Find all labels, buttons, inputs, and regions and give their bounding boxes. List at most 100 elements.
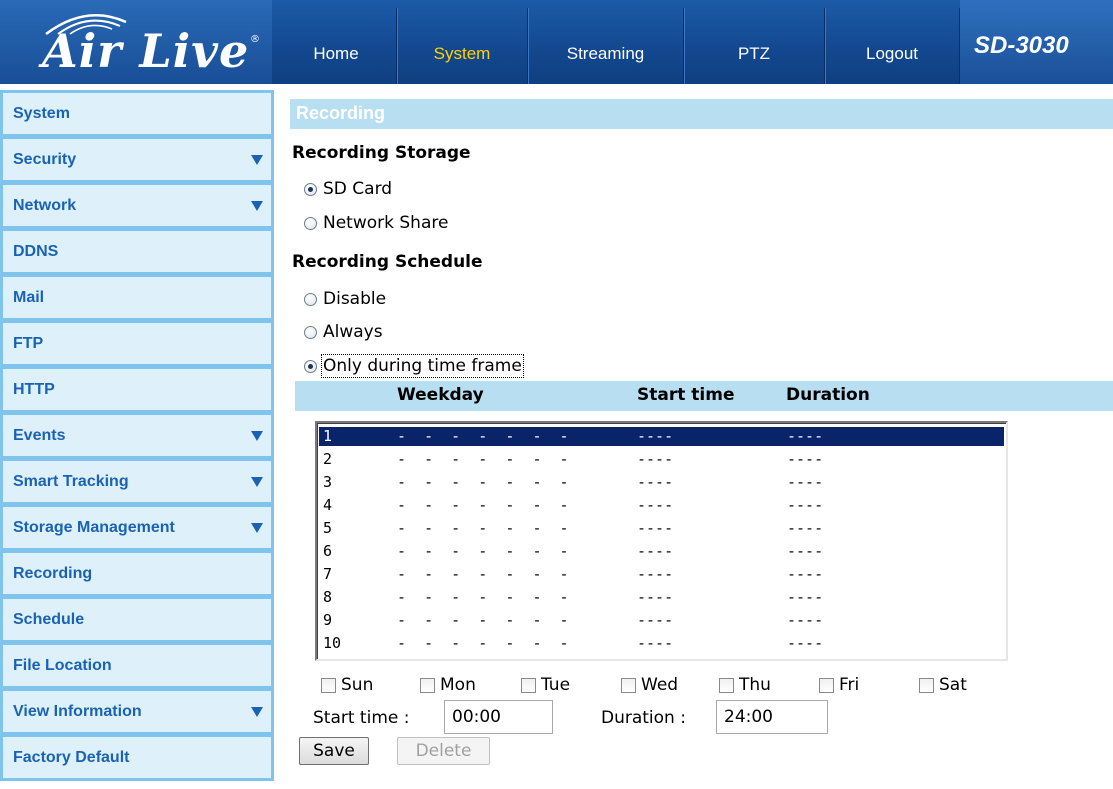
checkbox[interactable] <box>621 677 636 693</box>
sidebar-item-recording[interactable]: Recording <box>0 550 274 597</box>
radio-button[interactable] <box>304 182 317 196</box>
radio-button[interactable] <box>304 325 317 339</box>
day-fri-checkbox[interactable]: Fri <box>819 674 859 696</box>
row-start: ---- <box>637 496 674 514</box>
schedule-row[interactable]: 1 - - - - - - - ---- ---- <box>319 427 1004 446</box>
sidebar-item-ftp[interactable]: FTP <box>0 320 274 367</box>
nav-system-label: System <box>433 44 491 63</box>
checkbox[interactable] <box>521 677 536 693</box>
schedule-row[interactable]: 9 - - - - - - - ---- ---- <box>319 611 1004 630</box>
schedule-list[interactable]: 1 - - - - - - - ---- ---- 2 - - - - - - - ---… <box>315 421 1008 661</box>
radio-button[interactable] <box>304 216 317 230</box>
schedule-time-frame-option[interactable]: Only during time frame <box>304 354 524 378</box>
sidebar-item-label: Security <box>13 150 77 168</box>
storage-sd-card-option[interactable]: SD Card <box>304 178 392 200</box>
schedule-row[interactable]: 7 - - - - - - - ---- ---- <box>319 565 1004 584</box>
row-start: ---- <box>637 473 674 491</box>
row-duration: ---- <box>787 473 824 491</box>
sidebar-item-label: Events <box>13 426 66 444</box>
checkbox[interactable] <box>819 677 834 693</box>
airlive-logo[interactable]: Air Live ® <box>0 0 272 84</box>
sidebar-item-security[interactable]: Security <box>0 136 274 183</box>
schedule-row[interactable]: 6 - - - - - - - ---- ---- <box>319 542 1004 561</box>
row-number: 5 <box>323 519 333 537</box>
chevron-down-icon <box>251 476 263 487</box>
day-thu-checkbox[interactable]: Thu <box>719 674 771 696</box>
checkbox[interactable] <box>420 677 435 693</box>
row-duration: ---- <box>787 634 824 652</box>
row-days: - - - - - - - <box>397 542 569 560</box>
day-sun-checkbox[interactable]: Sun <box>321 674 373 696</box>
sidebar-item-view-information[interactable]: View Information <box>0 688 274 735</box>
nav-streaming[interactable]: Streaming <box>528 0 683 84</box>
radio-button[interactable] <box>304 292 317 306</box>
row-start: ---- <box>637 588 674 606</box>
logo-text: Air Live <box>42 24 250 78</box>
row-days: - - - - - - - <box>397 450 569 468</box>
sidebar-item-events[interactable]: Events <box>0 412 274 459</box>
day-wed-checkbox[interactable]: Wed <box>621 674 678 696</box>
nav-ptz-label: PTZ <box>737 44 771 63</box>
sidebar-item-storage-management[interactable]: Storage Management <box>0 504 274 551</box>
nav-system[interactable]: System <box>397 0 527 84</box>
sidebar-item-smart-tracking[interactable]: Smart Tracking <box>0 458 274 505</box>
nav-logout[interactable]: Logout <box>825 0 959 84</box>
sidebar-item-mail[interactable]: Mail <box>0 274 274 321</box>
sidebar-item-label: Mail <box>13 288 45 306</box>
chevron-down-icon <box>251 522 263 533</box>
nav-streaming-label: Streaming <box>566 44 645 63</box>
schedule-row[interactable]: 5 - - - - - - - ---- ---- <box>319 519 1004 538</box>
row-days: - - - - - - - <box>397 519 569 537</box>
schedule-always-option[interactable]: Always <box>304 321 383 343</box>
row-start: ---- <box>637 450 674 468</box>
sidebar-item-ddns[interactable]: DDNS <box>0 228 274 275</box>
row-duration: ---- <box>787 450 824 468</box>
day-mon-checkbox[interactable]: Mon <box>420 674 476 696</box>
sidebar-item-label: View Information <box>13 702 142 720</box>
storage-network-share-option[interactable]: Network Share <box>304 212 448 234</box>
sidebar-item-file-location[interactable]: File Location <box>0 642 274 689</box>
row-days: - - - - - - - <box>397 634 569 652</box>
sidebar-item-label: Network <box>13 196 77 214</box>
checkbox[interactable] <box>719 677 734 693</box>
sidebar-item-http[interactable]: HTTP <box>0 366 274 413</box>
sidebar-item-factory-default[interactable]: Factory Default <box>0 734 274 781</box>
recording-schedule-heading: Recording Schedule <box>292 252 483 272</box>
day-tue-checkbox[interactable]: Tue <box>521 674 570 696</box>
checkbox[interactable] <box>919 677 934 693</box>
sidebar-item-network[interactable]: Network <box>0 182 274 229</box>
schedule-row[interactable]: 3 - - - - - - - ---- ---- <box>319 473 1004 492</box>
delete-button[interactable]: Delete <box>397 737 490 765</box>
row-days: - - - - - - - <box>397 473 569 491</box>
save-button[interactable]: Save <box>299 737 369 765</box>
day-sat-checkbox[interactable]: Sat <box>919 674 967 696</box>
sidebar-item-schedule[interactable]: Schedule <box>0 596 274 643</box>
sidebar-item-label: Recording <box>13 564 93 582</box>
start-time-input[interactable]: 00:00 <box>444 700 553 734</box>
row-number: 9 <box>323 611 333 629</box>
row-duration: ---- <box>787 519 824 537</box>
day-label: Thu <box>739 675 771 695</box>
row-duration: ---- <box>787 565 824 583</box>
row-days: - - - - - - - <box>397 427 569 445</box>
radio-button[interactable] <box>304 359 317 373</box>
nav-ptz[interactable]: PTZ <box>684 0 824 84</box>
duration-input[interactable]: 24:00 <box>716 700 828 734</box>
schedule-row[interactable]: 4 - - - - - - - ---- ---- <box>319 496 1004 515</box>
day-label: Mon <box>440 675 476 695</box>
checkbox[interactable] <box>321 677 336 693</box>
schedule-row[interactable]: 2 - - - - - - - ---- ---- <box>319 450 1004 469</box>
row-days: - - - - - - - <box>397 588 569 606</box>
chevron-down-icon <box>251 706 263 717</box>
schedule-disable-option[interactable]: Disable <box>304 288 386 310</box>
sidebar-item-system[interactable]: System <box>0 90 274 137</box>
row-start: ---- <box>637 565 674 583</box>
nav-home[interactable]: Home <box>276 0 396 84</box>
day-label: Wed <box>641 675 679 695</box>
schedule-row[interactable]: 8 - - - - - - - ---- ---- <box>319 588 1004 607</box>
schedule-row[interactable]: 10 - - - - - - - ---- ---- <box>319 634 1004 653</box>
schedule-option-label: Only during time frame <box>321 354 524 378</box>
row-start: ---- <box>637 634 674 652</box>
row-number: 10 <box>323 634 342 652</box>
schedule-option-label: Disable <box>323 289 387 309</box>
